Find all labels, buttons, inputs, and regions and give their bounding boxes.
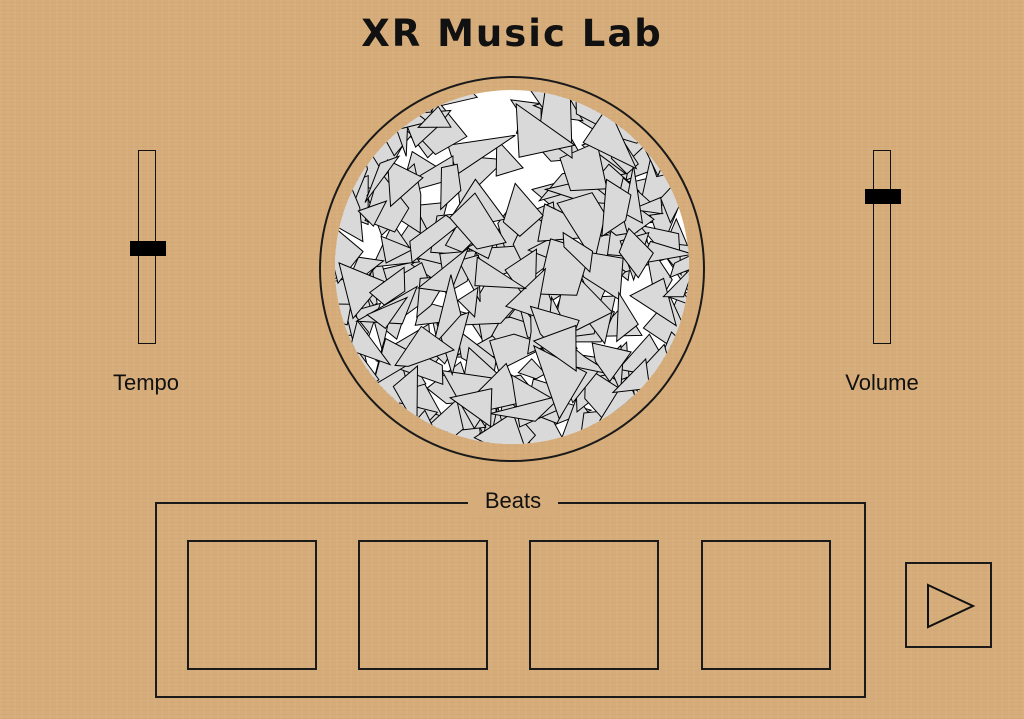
drum-pad[interactable] <box>334 89 690 445</box>
beat-pad-2[interactable] <box>358 540 488 670</box>
play-triangle-icon <box>927 583 976 629</box>
volume-slider-handle[interactable] <box>865 189 901 205</box>
glass-shard <box>345 90 390 129</box>
glass-shard <box>364 91 395 137</box>
glass-shard <box>335 90 377 133</box>
tempo-slider[interactable] <box>130 150 166 344</box>
glass-shard <box>623 111 687 141</box>
glass-shard <box>356 113 384 144</box>
glass-shard <box>369 90 409 128</box>
glass-shard <box>639 377 689 418</box>
beat-pad-1[interactable] <box>187 540 317 670</box>
beat-pad-4[interactable] <box>701 540 831 670</box>
volume-label: Volume <box>845 370 919 395</box>
play-button[interactable] <box>905 562 992 648</box>
glass-shard <box>661 373 689 410</box>
beats-label: Beats <box>468 487 558 517</box>
glass-shard <box>335 92 363 127</box>
glass-shard <box>388 418 434 442</box>
glass-shard <box>679 127 689 166</box>
glass-shard <box>648 90 689 111</box>
tempo-slider-handle[interactable] <box>130 240 166 256</box>
glass-shard <box>671 90 689 109</box>
glass-shard <box>624 419 682 444</box>
glass-shard <box>669 99 689 148</box>
glass-shard <box>335 91 375 147</box>
glass-shard <box>630 429 666 444</box>
glass-shard <box>672 349 689 383</box>
tempo-label: Tempo <box>112 370 180 395</box>
volume-slider[interactable] <box>865 150 901 344</box>
glass-shard <box>335 90 359 137</box>
beat-pad-3[interactable] <box>529 540 659 670</box>
shattered-glass-icon <box>335 90 689 444</box>
glass-shard <box>335 170 354 199</box>
glass-shard <box>632 386 665 427</box>
app-title: XR Music Lab <box>361 12 663 55</box>
glass-shard <box>345 401 386 444</box>
